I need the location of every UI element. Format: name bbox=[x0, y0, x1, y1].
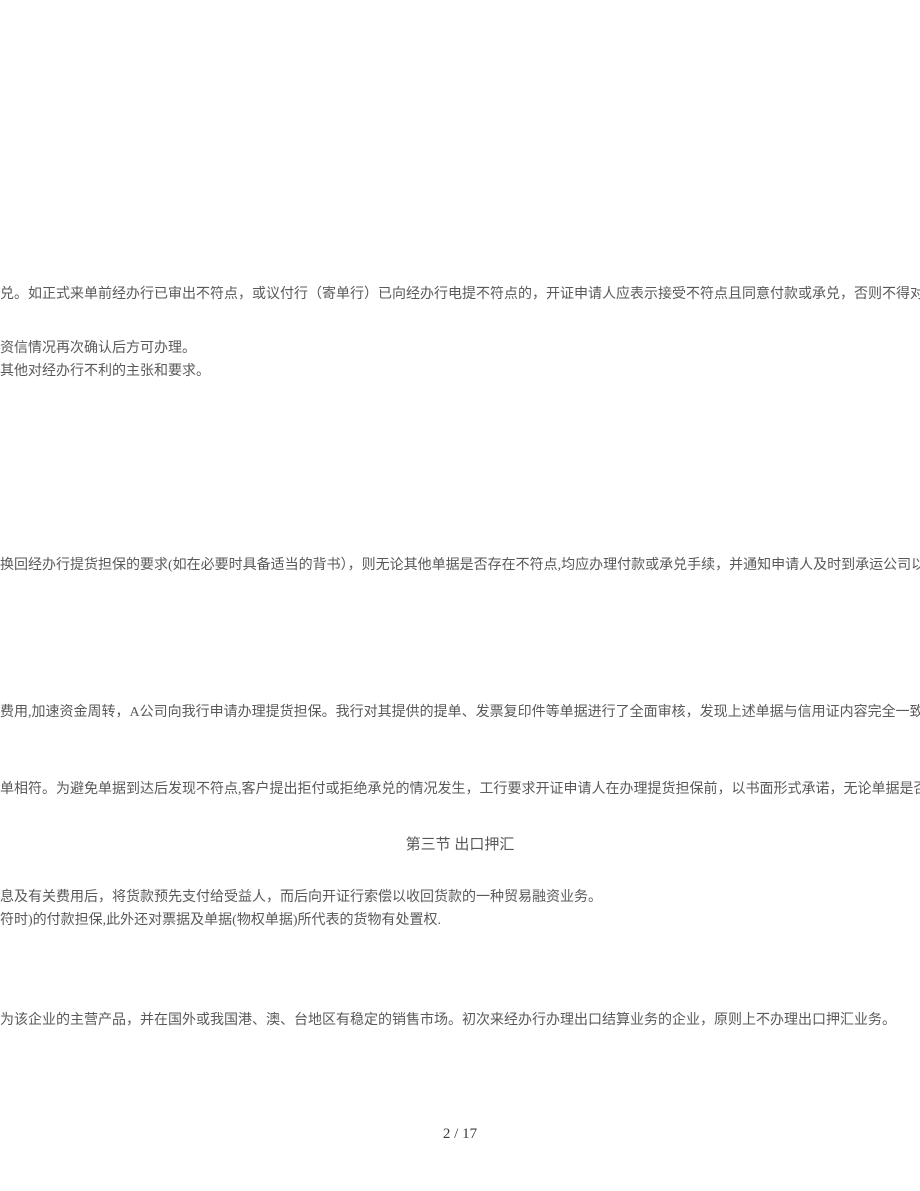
page-number: 2 / 17 bbox=[0, 1126, 920, 1143]
paragraph-text: 资信情况再次确认后方可办理。 bbox=[0, 338, 196, 360]
paragraph-text: 息及有关费用后，将货款预先支付给受益人，而后向开证行索偿以收回货款的一种贸易融资… bbox=[0, 887, 602, 909]
paragraph-text: 费用,加速资金周转，A公司向我行申请办理提货担保。我行对其提供的提单、发票复印件… bbox=[0, 702, 920, 724]
paragraph-text: 为该企业的主营产品，并在国外或我国港、澳、台地区有稳定的销售市场。初次来经办行办… bbox=[0, 1010, 896, 1032]
paragraph-text: 兑。如正式来单前经办行已审出不符点，或议付行（寄单行）已向经办行电提不符点的，开… bbox=[0, 284, 920, 306]
paragraph-text: 换回经办行提货担保的要求(如在必要时具备适当的背书），则无论其他单据是否存在不符… bbox=[0, 555, 920, 577]
section-heading: 第三节 出口押汇 bbox=[0, 833, 920, 857]
paragraph-text: 其他对经办行不利的主张和要求。 bbox=[0, 361, 210, 383]
paragraph-text: 符时)的付款担保,此外还对票据及单据(物权单据)所代表的货物有处置权. bbox=[0, 910, 441, 932]
paragraph-text: 单相符。为避免单据到达后发现不符点,客户提出拒付或拒绝承兑的情况发生，工行要求开… bbox=[0, 779, 920, 801]
